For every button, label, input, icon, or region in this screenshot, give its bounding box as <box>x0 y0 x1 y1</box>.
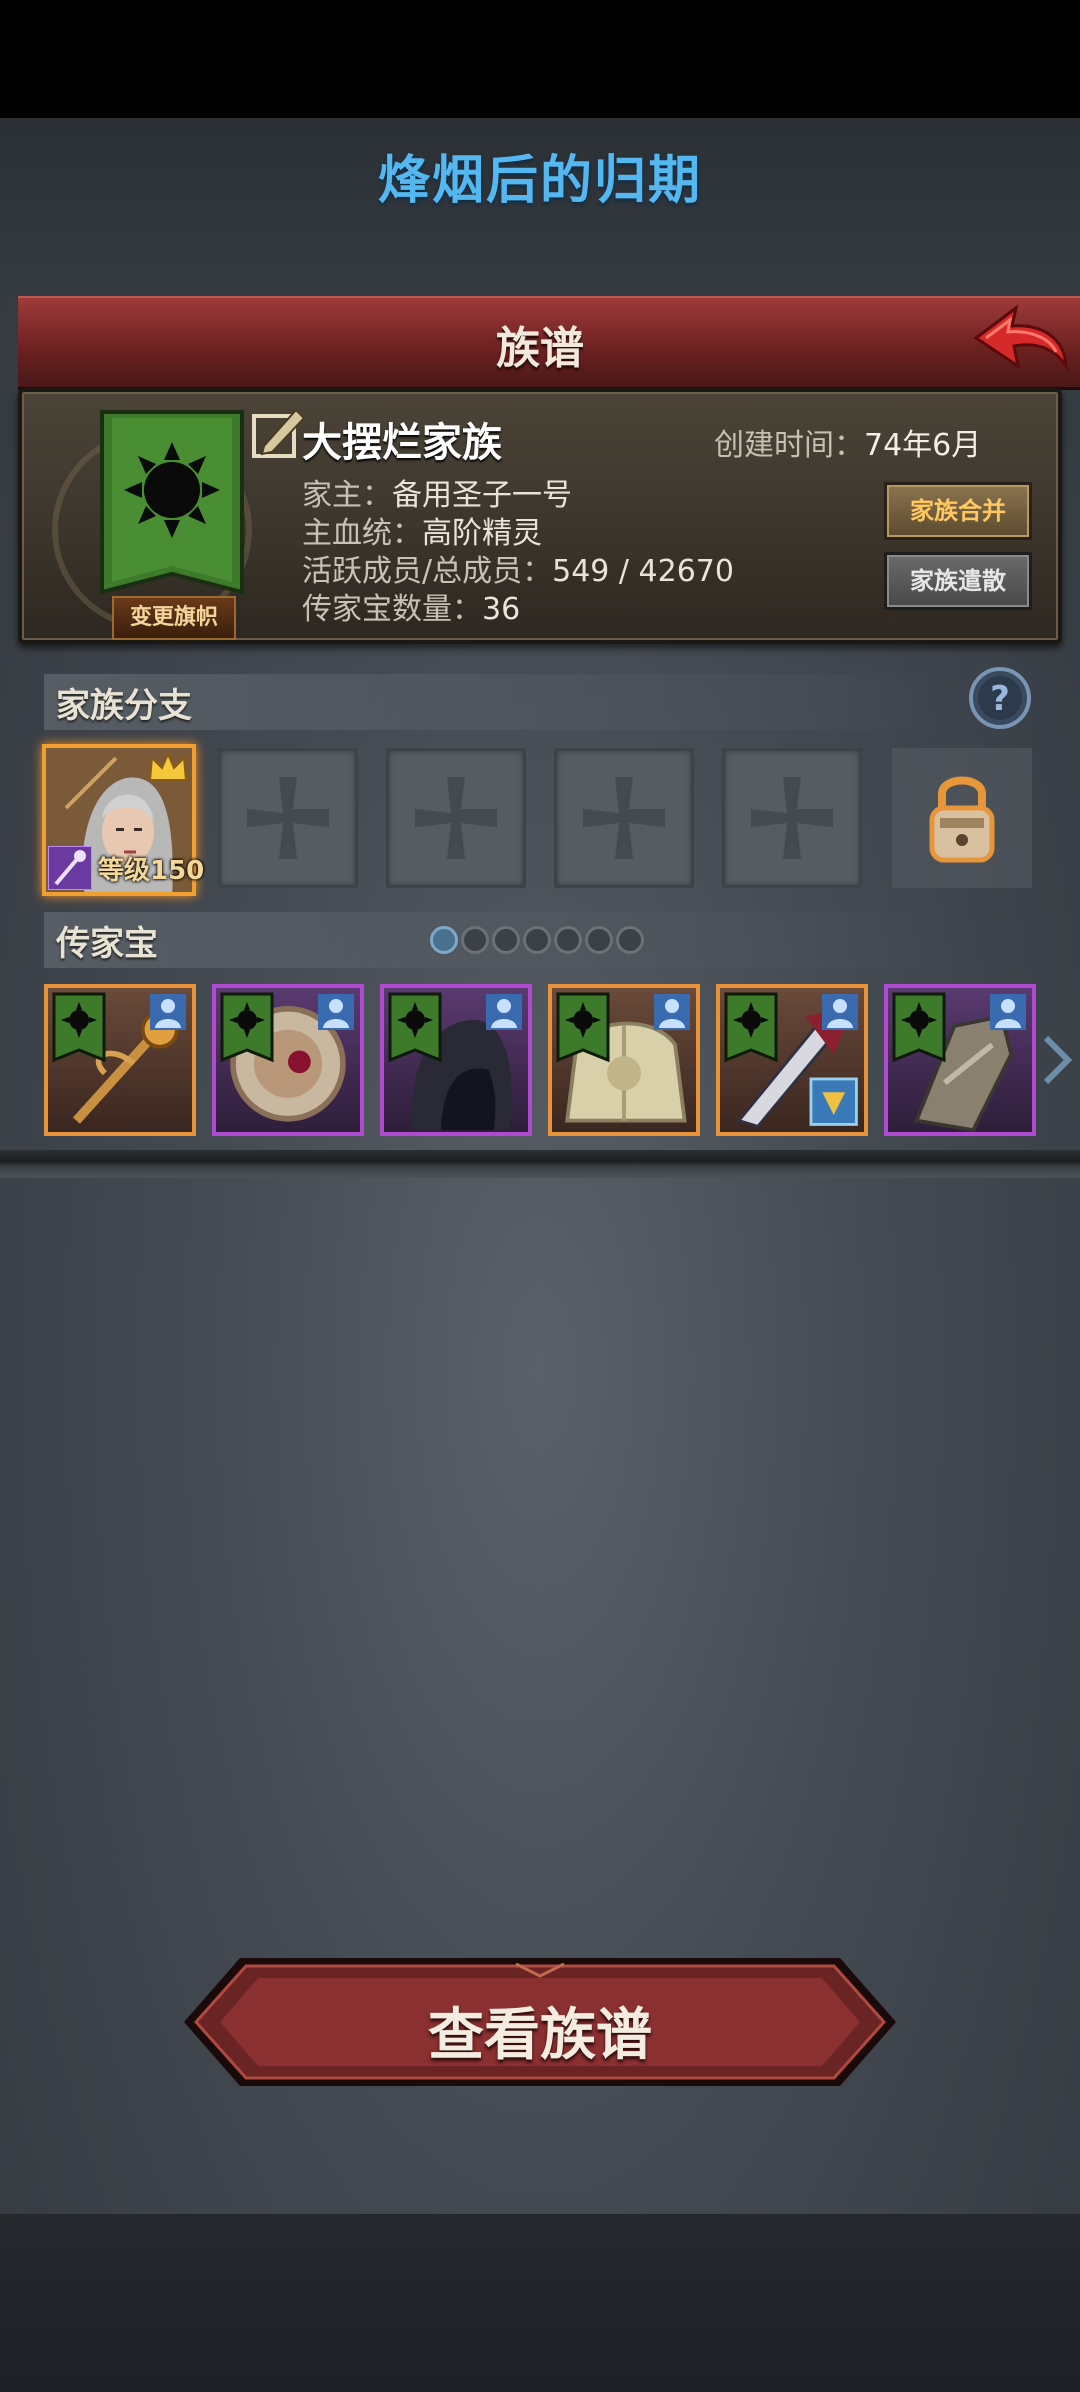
branch-slot-locked[interactable] <box>892 748 1032 888</box>
family-flag-icon <box>220 992 274 1063</box>
cross-icon <box>415 777 497 859</box>
user-icon <box>150 994 186 1030</box>
family-flag-icon <box>388 992 442 1063</box>
padlock-icon <box>929 776 995 863</box>
user-icon <box>486 994 522 1030</box>
page-dot <box>616 926 644 954</box>
heirloom-item-shield[interactable] <box>212 984 364 1136</box>
merge-family-button[interactable]: 家族合并 <box>884 482 1032 540</box>
family-flag-icon <box>52 992 106 1063</box>
status-bar <box>0 0 1080 118</box>
members-value: 549 / 42670 <box>552 554 734 589</box>
branch-slot-empty[interactable] <box>218 748 358 888</box>
created-time-label: 创建时间： <box>714 428 864 463</box>
heirloom-item-blade[interactable] <box>716 984 868 1136</box>
view-family-tree-label: 查看族谱 <box>428 2003 652 2068</box>
heirloom-page-indicator <box>430 926 644 956</box>
heirlooms-title: 传家宝 <box>56 924 158 964</box>
branch-slot-empty[interactable] <box>722 748 862 888</box>
branch-level: 等级150 <box>98 856 205 886</box>
back-arrow-icon[interactable] <box>970 300 1070 380</box>
branch-slot-empty[interactable] <box>386 748 526 888</box>
page-dot <box>461 926 489 954</box>
page-dot <box>430 926 458 954</box>
disband-family-button[interactable]: 家族遣散 <box>884 552 1032 610</box>
heirloom-item-hood[interactable] <box>380 984 532 1136</box>
heirlooms-count-row: 传家宝数量：36 <box>302 584 520 628</box>
created-time: 创建时间：74年6月 <box>714 420 981 464</box>
page-dot <box>585 926 613 954</box>
branch-slot-empty[interactable] <box>554 748 694 888</box>
crown-icon <box>148 752 188 781</box>
user-icon <box>990 994 1026 1030</box>
branches-title: 家族分支 <box>56 686 192 726</box>
change-banner-button[interactable]: 变更旗帜 <box>112 596 236 640</box>
svg-text:?: ? <box>990 679 1010 719</box>
created-time-value: 74年6月 <box>864 428 982 463</box>
family-banner-icon[interactable] <box>98 404 246 604</box>
cross-icon <box>583 777 665 859</box>
section-divider <box>0 1150 1080 1178</box>
family-flag-icon <box>724 992 778 1063</box>
bottom-bar <box>0 2214 1080 2392</box>
help-icon[interactable]: ? <box>968 666 1032 730</box>
page-dot <box>554 926 582 954</box>
staff-class-icon <box>48 846 92 890</box>
heirlooms-count-value: 36 <box>482 592 521 627</box>
panel-title: 族谱 <box>496 323 584 374</box>
heirloom-item-armor[interactable] <box>548 984 700 1136</box>
family-flag-icon <box>556 992 610 1063</box>
cross-icon <box>247 777 329 859</box>
user-icon <box>318 994 354 1030</box>
edit-name-icon[interactable] <box>250 404 306 460</box>
cross-icon <box>751 777 833 859</box>
page-dot <box>492 926 520 954</box>
user-icon <box>654 994 690 1030</box>
user-icon <box>822 994 858 1030</box>
heirloom-item-staff[interactable] <box>44 984 196 1136</box>
page-dot <box>523 926 551 954</box>
next-arrow-icon[interactable] <box>1038 1030 1078 1090</box>
heirloom-item-gauntlet[interactable] <box>884 984 1036 1136</box>
heirlooms-count-label: 传家宝数量： <box>302 592 482 627</box>
game-title: 烽烟后的归期 <box>377 151 702 211</box>
family-name: 大摆烂家族 <box>302 420 502 466</box>
family-flag-icon <box>892 992 946 1063</box>
